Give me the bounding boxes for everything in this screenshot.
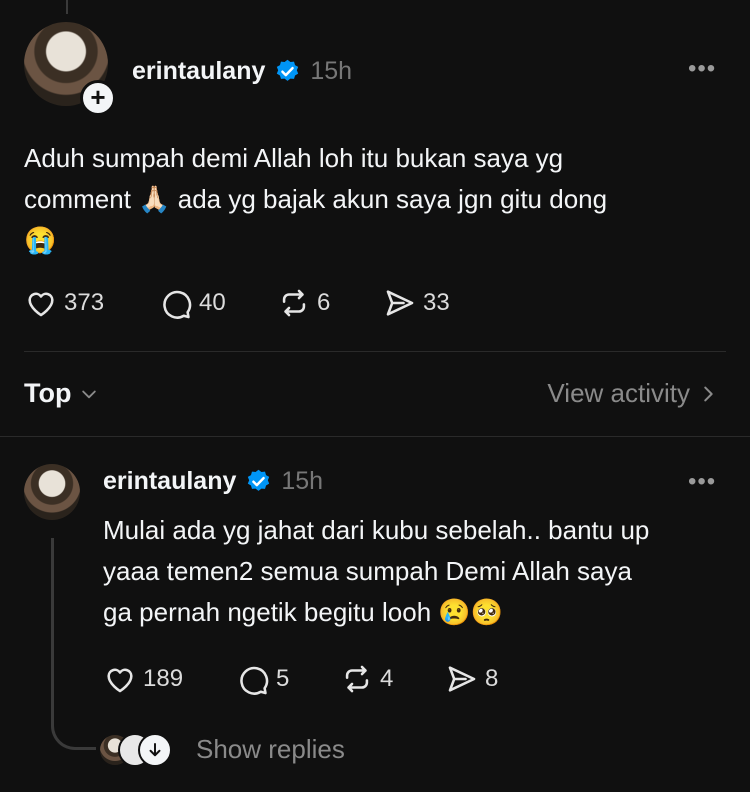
show-replies-link[interactable]: Show replies <box>196 734 345 765</box>
reply-author-avatar[interactable] <box>24 464 80 520</box>
arrow-down-icon <box>138 733 172 767</box>
heart-icon <box>107 668 133 693</box>
share-icon <box>386 290 414 316</box>
thread-line <box>51 538 54 702</box>
more-icon[interactable]: ••• <box>688 55 716 83</box>
reply-action-bar: 189 5 4 8 <box>103 662 525 696</box>
author-username[interactable]: erintaulany <box>132 57 265 86</box>
view-activity-label: View activity <box>547 378 690 408</box>
comment-count: 40 <box>199 289 226 316</box>
reply-timestamp: 15h <box>281 467 324 495</box>
post-body: Aduh sumpah demi Allah loh itu bukan say… <box>24 138 724 261</box>
reply-header: erintaulany 15h <box>103 467 323 496</box>
post-timestamp: 15h <box>310 57 353 85</box>
crying-pleading-emoji: 😢🥺 <box>438 597 504 627</box>
post-text-line-1: Aduh sumpah demi Allah loh itu bukan say… <box>24 143 564 173</box>
reply-text-line-3: ga pernah ngetik begitu looh 😢🥺 <box>103 597 504 627</box>
reply-avatars[interactable] <box>98 733 176 767</box>
thread-connector-top <box>66 0 68 14</box>
chevron-right-icon <box>704 386 713 401</box>
share-count: 33 <box>423 289 450 316</box>
verified-badge-icon <box>248 469 270 491</box>
reply-username[interactable]: erintaulany <box>103 467 236 496</box>
reply-text-line-1: Mulai ada yg jahat dari kubu sebelah.. b… <box>103 515 650 545</box>
divider <box>24 351 726 352</box>
repost-icon <box>345 665 369 693</box>
praying-hands-emoji: 🙏🏻 <box>138 184 171 214</box>
sort-label: Top <box>24 378 72 408</box>
divider <box>0 436 750 437</box>
post-text-line-2: comment 🙏🏻 ada yg bajak akun saya jgn gi… <box>24 184 608 214</box>
repost-count: 6 <box>317 289 331 316</box>
sort-dropdown[interactable]: Top <box>24 378 99 409</box>
crying-face-emoji: 😭 <box>24 225 57 255</box>
comment-icon <box>163 290 192 319</box>
like-button[interactable]: 189 <box>103 662 236 696</box>
like-count: 189 <box>143 665 184 692</box>
like-count: 373 <box>64 289 105 316</box>
share-count: 8 <box>485 665 499 692</box>
comment-button[interactable]: 5 <box>236 662 340 696</box>
post-action-bar: 373 40 6 33 <box>24 286 483 320</box>
repost-button[interactable]: 4 <box>340 662 445 696</box>
chevron-down-icon <box>82 390 97 398</box>
follow-plus-icon[interactable]: + <box>80 80 116 116</box>
reply-body: Mulai ada yg jahat dari kubu sebelah.. b… <box>103 510 733 633</box>
post-header: erintaulany 15h <box>132 57 352 86</box>
view-activity-link[interactable]: View activity <box>547 378 716 409</box>
repost-icon <box>282 289 306 317</box>
more-icon[interactable]: ••• <box>688 468 716 496</box>
share-button[interactable]: 8 <box>445 662 525 696</box>
reply-text-line-2: yaaa temen2 semua sumpah Demi Allah saya <box>103 556 632 586</box>
share-button[interactable]: 33 <box>383 286 483 320</box>
comment-count: 5 <box>276 665 290 692</box>
verified-badge-icon <box>277 59 299 81</box>
comment-button[interactable]: 40 <box>159 286 277 320</box>
repost-button[interactable]: 6 <box>277 286 383 320</box>
repost-count: 4 <box>380 665 394 692</box>
heart-icon <box>28 292 54 317</box>
like-button[interactable]: 373 <box>24 286 159 320</box>
thread-line-curve <box>51 700 96 750</box>
comment-icon <box>240 666 269 695</box>
share-icon <box>448 666 476 692</box>
